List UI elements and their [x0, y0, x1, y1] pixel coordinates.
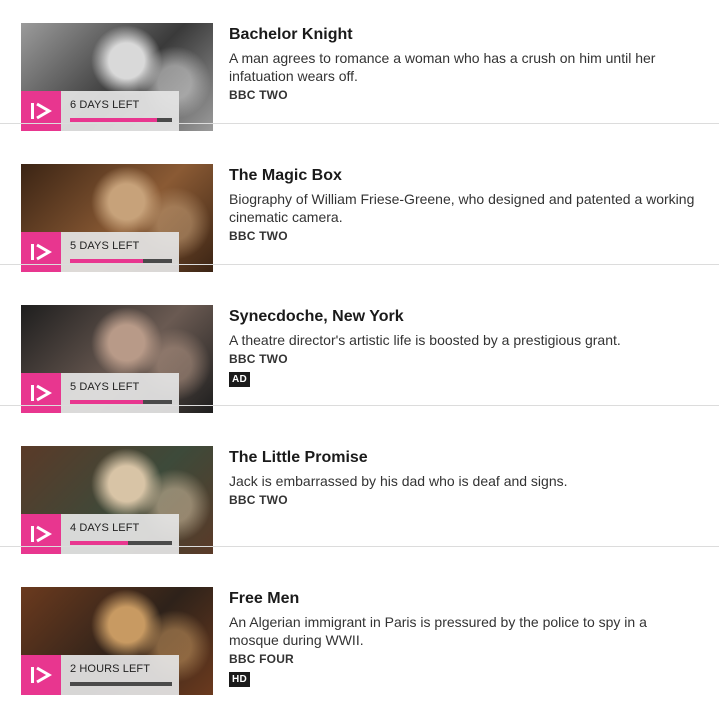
progress-segment — [113, 259, 128, 263]
availability-text: 5 DAYS LEFT — [70, 381, 140, 393]
programme-title[interactable]: The Magic Box — [229, 166, 699, 186]
iplayer-play-icon — [31, 384, 52, 402]
progress-segment — [99, 682, 114, 686]
progress-segment — [84, 400, 99, 404]
availability-progress — [70, 541, 172, 545]
iplayer-play-icon — [31, 525, 52, 543]
progress-segment — [84, 682, 99, 686]
programme-info: Free Men An Algerian immigrant in Paris … — [229, 587, 699, 687]
availability-panel: 6 DAYS LEFT — [61, 91, 179, 131]
progress-segment — [128, 118, 143, 122]
progress-segment — [157, 118, 172, 122]
ad-badge: AD — [229, 372, 251, 387]
programme-description: Biography of William Friese-Greene, who … — [229, 191, 695, 225]
programme-item[interactable]: 6 DAYS LEFT Bachelor Knight A man agrees… — [0, 0, 719, 141]
progress-segment — [128, 682, 143, 686]
progress-segment — [128, 541, 143, 545]
programme-info: The Little Promise Jack is embarrassed b… — [229, 446, 699, 507]
availability-progress — [70, 400, 172, 404]
progress-segment — [142, 541, 157, 545]
programme-info: The Magic Box Biography of William Fries… — [229, 164, 699, 243]
availability-panel: 5 DAYS LEFT — [61, 232, 179, 272]
availability-panel: 2 HOURS LEFT — [61, 655, 179, 695]
progress-segment — [157, 541, 172, 545]
programme-title[interactable]: The Little Promise — [229, 448, 699, 468]
progress-segment — [70, 541, 85, 545]
progress-segment — [142, 682, 157, 686]
progress-segment — [157, 259, 172, 263]
programme-title[interactable]: Free Men — [229, 589, 699, 609]
progress-segment — [142, 118, 157, 122]
progress-segment — [113, 541, 128, 545]
channel-name: BBC FOUR — [229, 652, 294, 666]
progress-segment — [70, 259, 85, 263]
programme-thumbnail[interactable]: 4 DAYS LEFT — [21, 446, 213, 554]
progress-segment — [157, 682, 172, 686]
availability-panel: 4 DAYS LEFT — [61, 514, 179, 554]
divider — [0, 405, 719, 406]
availability-panel: 5 DAYS LEFT — [61, 373, 179, 413]
programme-description: A man agrees to romance a woman who has … — [229, 50, 656, 84]
play-badge[interactable] — [21, 655, 61, 695]
progress-segment — [142, 259, 157, 263]
channel-name: BBC TWO — [229, 229, 288, 243]
divider — [0, 546, 719, 547]
iplayer-play-icon — [31, 666, 52, 684]
programme-description: Jack is embarrassed by his dad who is de… — [229, 473, 568, 489]
progress-segment — [99, 259, 114, 263]
play-badge[interactable] — [21, 373, 61, 413]
availability-progress — [70, 118, 172, 122]
play-badge[interactable] — [21, 514, 61, 554]
progress-segment — [113, 400, 128, 404]
availability-text: 2 HOURS LEFT — [70, 663, 151, 675]
progress-segment — [84, 259, 99, 263]
availability-progress — [70, 682, 172, 686]
play-badge[interactable] — [21, 91, 61, 131]
progress-segment — [128, 400, 143, 404]
availability-progress — [70, 259, 172, 263]
programme-description: An Algerian immigrant in Paris is pressu… — [229, 614, 647, 648]
progress-segment — [99, 118, 114, 122]
divider — [0, 123, 719, 124]
progress-segment — [84, 541, 99, 545]
progress-segment — [142, 400, 157, 404]
iplayer-play-icon — [31, 102, 52, 120]
progress-segment — [113, 682, 128, 686]
progress-segment — [157, 400, 172, 404]
availability-text: 4 DAYS LEFT — [70, 522, 140, 534]
hd-badge: HD — [229, 672, 251, 687]
progress-segment — [70, 682, 85, 686]
channel-name: BBC TWO — [229, 352, 288, 366]
availability-text: 5 DAYS LEFT — [70, 240, 140, 252]
play-badge[interactable] — [21, 232, 61, 272]
programme-thumbnail[interactable]: 2 HOURS LEFT — [21, 587, 213, 695]
programme-item[interactable]: 2 HOURS LEFT Free Men An Algerian immigr… — [0, 564, 719, 705]
programme-info: Synecdoche, New York A theatre director'… — [229, 305, 699, 387]
progress-segment — [70, 400, 85, 404]
programme-description: A theatre director's artistic life is bo… — [229, 332, 621, 348]
iplayer-play-icon — [31, 243, 52, 261]
progress-segment — [99, 400, 114, 404]
progress-segment — [70, 118, 85, 122]
programme-item[interactable]: 5 DAYS LEFT The Magic Box Biography of W… — [0, 141, 719, 282]
programme-thumbnail[interactable]: 5 DAYS LEFT — [21, 164, 213, 272]
progress-segment — [128, 259, 143, 263]
divider — [0, 264, 719, 265]
programme-title[interactable]: Bachelor Knight — [229, 25, 699, 45]
availability-text: 6 DAYS LEFT — [70, 99, 140, 111]
programme-info: Bachelor Knight A man agrees to romance … — [229, 23, 699, 102]
programme-thumbnail[interactable]: 6 DAYS LEFT — [21, 23, 213, 131]
progress-segment — [84, 118, 99, 122]
channel-name: BBC TWO — [229, 88, 288, 102]
channel-name: BBC TWO — [229, 493, 288, 507]
progress-segment — [113, 118, 128, 122]
programme-item[interactable]: 4 DAYS LEFT The Little Promise Jack is e… — [0, 423, 719, 564]
programme-title[interactable]: Synecdoche, New York — [229, 307, 699, 327]
programme-thumbnail[interactable]: 5 DAYS LEFT — [21, 305, 213, 413]
progress-segment — [99, 541, 114, 545]
programme-item[interactable]: 5 DAYS LEFT Synecdoche, New York A theat… — [0, 282, 719, 423]
